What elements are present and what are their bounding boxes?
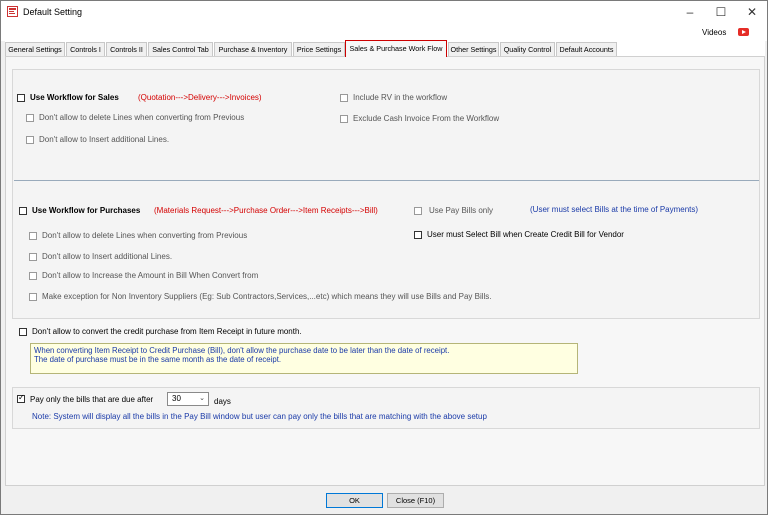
purchases-no-increase-label: Don't allow to Increase the Amount in Bi…: [42, 271, 259, 280]
purchases-flow-text: (Materials Request--->Purchase Order--->…: [154, 206, 378, 215]
sales-workflow-label: Use Workflow for Sales: [30, 93, 119, 102]
tab-other-settings[interactable]: Other Settings: [448, 42, 499, 56]
tab-price-settings[interactable]: Price Settings: [293, 42, 345, 56]
chevron-down-icon: ⌄: [199, 395, 205, 402]
sales-no-delete-checkbox[interactable]: [26, 114, 34, 122]
credit-note-box: When converting Item Receipt to Credit P…: [30, 343, 578, 374]
include-rv-label: Include RV in the workflow: [353, 93, 448, 102]
use-workflow-purchases-checkbox[interactable]: [19, 207, 27, 215]
app-icon: [7, 6, 18, 17]
tab-quality-control[interactable]: Quality Control: [500, 42, 555, 56]
sales-no-insert-label: Don't allow to Insert additional Lines.: [39, 135, 170, 144]
tab-content: Use Workflow for Sales (Quotation--->Del…: [5, 56, 765, 486]
window-title: Default Setting: [23, 7, 83, 17]
select-bill-credit-label: User must Select Bill when Create Credit…: [427, 230, 624, 239]
pay-bills-note: (User must select Bills at the time of P…: [530, 205, 699, 214]
window: Default Setting – ☐ ✕ Videos General Set…: [0, 0, 768, 515]
title-bar: Default Setting – ☐ ✕: [1, 1, 767, 23]
maximize-icon[interactable]: ☐: [704, 1, 738, 23]
use-workflow-sales-checkbox[interactable]: [17, 94, 25, 102]
credit-note-line-2: The date of purchase must be in the same…: [34, 355, 282, 364]
tab-sales-control[interactable]: Sales Control Tab: [148, 42, 213, 56]
paybills-note: Note: System will display all the bills …: [32, 412, 487, 421]
ok-button[interactable]: OK: [326, 493, 383, 508]
exclude-cash-checkbox[interactable]: [340, 115, 348, 123]
tab-default-accounts[interactable]: Default Accounts: [556, 42, 617, 56]
tab-sales-purchase-workflow[interactable]: Sales & Purchase Work Flow: [345, 40, 447, 57]
tab-strip: General Settings Controls I Controls II …: [5, 40, 765, 57]
purchases-no-insert-label: Don't allow to Insert additional Lines.: [42, 252, 173, 261]
tab-purchase-inventory[interactable]: Purchase & Inventory: [214, 42, 292, 56]
videos-link[interactable]: Videos: [702, 28, 726, 37]
credit-note-line-1: When converting Item Receipt to Credit P…: [34, 346, 450, 355]
include-rv-checkbox[interactable]: [340, 94, 348, 102]
toolbar: Videos: [1, 23, 767, 41]
tab-controls-ii[interactable]: Controls II: [106, 42, 147, 56]
sales-no-insert-checkbox[interactable]: [26, 136, 34, 144]
non-inventory-exception-checkbox[interactable]: [29, 293, 37, 301]
pay-bills-only-checkbox[interactable]: [414, 207, 422, 215]
close-icon[interactable]: ✕: [735, 1, 768, 23]
workflow-panel: Use Workflow for Sales (Quotation--->Del…: [12, 69, 760, 319]
select-bill-credit-checkbox[interactable]: [414, 231, 422, 239]
sales-flow-text: (Quotation--->Delivery--->Invoices): [138, 93, 262, 102]
paybills-panel: [12, 387, 760, 429]
non-inventory-exception-label: Make exception for Non Inventory Supplie…: [42, 292, 492, 301]
pay-bills-only-label: Use Pay Bills only: [429, 206, 494, 215]
tab-controls-i[interactable]: Controls I: [66, 42, 105, 56]
sales-no-delete-label: Don't allow to delete Lines when convert…: [39, 113, 245, 122]
pay-due-after-label: Pay only the bills that are due after: [30, 395, 154, 404]
credit-future-month-label: Don't allow to convert the credit purcha…: [32, 327, 302, 336]
days-select[interactable]: 30 ⌄: [167, 392, 209, 406]
exclude-cash-label: Exclude Cash Invoice From the Workflow: [353, 114, 500, 123]
purchases-no-delete-checkbox[interactable]: [29, 232, 37, 240]
youtube-icon[interactable]: [738, 28, 749, 36]
pay-due-after-checkbox[interactable]: [17, 393, 25, 403]
days-value: 30: [172, 394, 181, 403]
section-divider: [14, 180, 759, 181]
minimize-icon[interactable]: –: [673, 1, 707, 23]
tab-general-settings[interactable]: General Settings: [5, 42, 65, 56]
purchases-no-insert-checkbox[interactable]: [29, 253, 37, 261]
close-button[interactable]: Close (F10): [387, 493, 444, 508]
days-unit-label: days: [214, 397, 231, 406]
purchases-no-increase-checkbox[interactable]: [29, 272, 37, 280]
dialog-footer: OK Close (F10): [1, 487, 767, 514]
credit-future-month-checkbox[interactable]: [19, 328, 27, 336]
purchases-workflow-label: Use Workflow for Purchases: [32, 206, 141, 215]
purchases-no-delete-label: Don't allow to delete Lines when convert…: [42, 231, 248, 240]
